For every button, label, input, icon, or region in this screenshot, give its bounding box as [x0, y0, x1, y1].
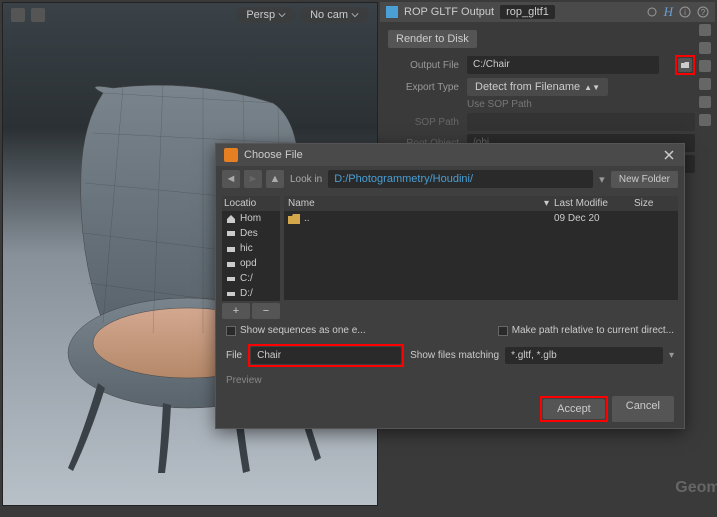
- show-matching-label: Show files matching: [410, 350, 499, 361]
- persp-label: Persp: [246, 9, 275, 21]
- help-icon[interactable]: ?: [697, 6, 709, 18]
- loc-c-drive[interactable]: C:/: [222, 271, 280, 286]
- svg-text:i: i: [684, 8, 686, 17]
- path-dropdown-icon[interactable]: ▾: [597, 173, 607, 186]
- sop-path-label: SOP Path: [384, 117, 459, 128]
- info-icon[interactable]: i: [679, 6, 691, 18]
- locations-list[interactable]: Hom Des hic opd C:/ D:/: [222, 211, 280, 301]
- col-modified-header[interactable]: Last Modifie: [554, 198, 634, 209]
- folder-icon: [288, 214, 300, 224]
- nav-fwd-button[interactable]: ►: [244, 170, 262, 188]
- file-row-parent[interactable]: .. 09 Dec 20: [284, 211, 678, 226]
- params-side-icons: [697, 24, 713, 126]
- persp-dropdown[interactable]: Persp: [236, 7, 296, 23]
- node-name-field[interactable]: rop_gltf1: [500, 5, 555, 19]
- render-to-disk-button[interactable]: Render to Disk: [388, 30, 477, 48]
- svg-text:?: ?: [701, 8, 706, 17]
- side-icon-4[interactable]: [699, 78, 711, 90]
- close-icon: [664, 150, 674, 160]
- side-icon-2[interactable]: [699, 42, 711, 54]
- geometry-watermark: Geometry: [675, 479, 717, 497]
- export-type-value: Detect from Filename: [475, 81, 580, 93]
- col-size-header[interactable]: Size: [634, 198, 674, 209]
- cam-label: No cam: [310, 9, 348, 21]
- make-relative-label: Make path relative to current direct...: [512, 325, 674, 336]
- node-type-icon: [386, 6, 398, 18]
- panel-title: ROP GLTF Output: [404, 6, 494, 18]
- nav-up-button[interactable]: ▲: [266, 170, 284, 188]
- loc-d-drive[interactable]: D:/: [222, 286, 280, 301]
- dialog-close-button[interactable]: [662, 148, 676, 162]
- file-list[interactable]: Name ▾ Last Modifie Size .. 09 Dec 20: [284, 196, 678, 300]
- side-icon-3[interactable]: [699, 60, 711, 72]
- loc-add-button[interactable]: +: [222, 303, 250, 319]
- chevron-down-icon[interactable]: [699, 114, 711, 126]
- use-sop-path-label: Use SOP Path: [467, 99, 532, 110]
- loc-remove-button[interactable]: −: [252, 303, 280, 319]
- pin-icon[interactable]: [699, 24, 711, 36]
- loc-hic[interactable]: hic: [222, 241, 280, 256]
- loc-opd[interactable]: opd: [222, 256, 280, 271]
- output-file-label: Output File: [384, 60, 459, 71]
- houdini-logo-icon: [224, 148, 238, 162]
- viewport-layout-icon[interactable]: [31, 8, 45, 22]
- make-relative-checkbox[interactable]: Make path relative to current direct...: [498, 325, 674, 336]
- export-type-dropdown[interactable]: Detect from Filename ▲▼: [467, 78, 608, 96]
- export-type-label: Export Type: [384, 82, 459, 93]
- cancel-button[interactable]: Cancel: [612, 396, 674, 422]
- col-name-header[interactable]: Name: [288, 198, 544, 209]
- file-name-input[interactable]: Chair: [251, 347, 401, 364]
- filter-field[interactable]: *.gltf, *.glb: [505, 347, 663, 364]
- new-folder-button[interactable]: New Folder: [611, 171, 678, 188]
- side-icon-5[interactable]: [699, 96, 711, 108]
- file-chooser-button[interactable]: [678, 58, 692, 72]
- loc-home[interactable]: Hom: [222, 211, 280, 226]
- file-chooser-dialog: Choose File ◄ ► ▲ Look in D:/Photogramme…: [215, 143, 685, 429]
- preview-label: Preview: [216, 371, 684, 390]
- show-sequences-checkbox[interactable]: Show sequences as one e...: [226, 325, 366, 336]
- file-label: File: [226, 350, 242, 361]
- lookin-label: Look in: [290, 174, 322, 185]
- cam-dropdown[interactable]: No cam: [300, 7, 369, 23]
- sop-path-field: [467, 113, 695, 131]
- output-file-field[interactable]: C:/Chair: [467, 56, 659, 74]
- show-seq-label: Show sequences as one e...: [240, 325, 366, 336]
- folder-icon: [680, 60, 690, 70]
- parent-dir-date: 09 Dec 20: [554, 213, 634, 224]
- lookin-path-field[interactable]: D:/Photogrammetry/Houdini/: [328, 170, 593, 188]
- parent-dir-label: ..: [304, 213, 310, 224]
- params-header: ROP GLTF Output rop_gltf1 H i ?: [380, 2, 715, 22]
- dialog-title-text: Choose File: [244, 149, 303, 161]
- houdini-icon[interactable]: H: [664, 4, 673, 20]
- nav-back-button[interactable]: ◄: [222, 170, 240, 188]
- viewport-menu-icon[interactable]: [11, 8, 25, 22]
- accept-button[interactable]: Accept: [543, 399, 605, 419]
- loc-desktop[interactable]: Des: [222, 226, 280, 241]
- filter-dropdown-icon[interactable]: ▾: [669, 350, 674, 361]
- locations-header: Locatio: [222, 196, 280, 211]
- gear-icon[interactable]: [646, 6, 658, 18]
